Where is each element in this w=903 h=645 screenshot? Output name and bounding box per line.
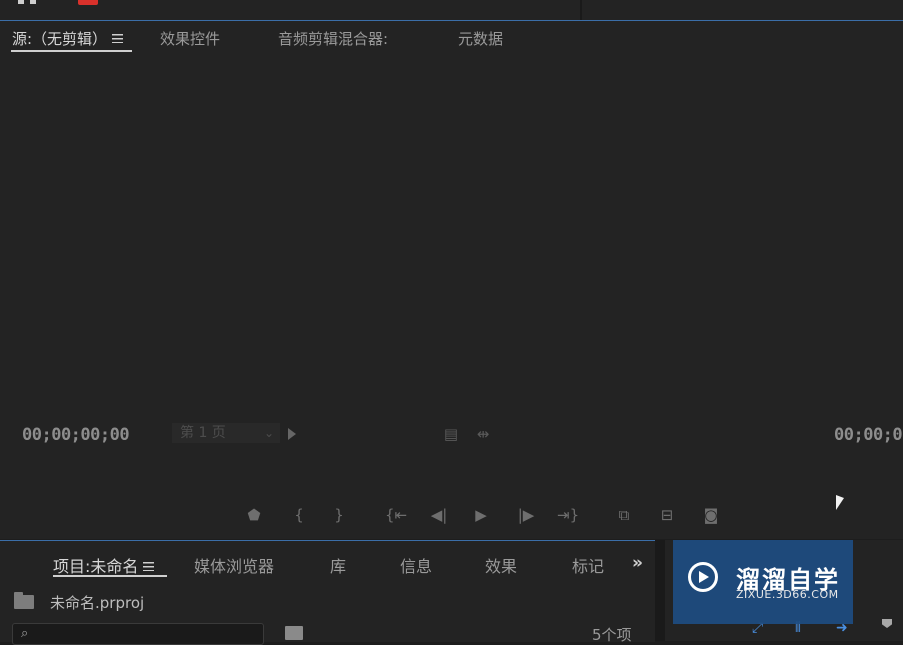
more-tabs-button[interactable]: »	[632, 553, 643, 573]
play-icon[interactable]: ▶	[470, 505, 492, 525]
tab-project[interactable]: 项目:未命名	[53, 553, 155, 577]
playhead-timecode[interactable]: 00;00;00;00	[22, 425, 130, 445]
go-to-out-icon[interactable]: ⇥}	[557, 505, 579, 525]
tab-source[interactable]: 源:（无剪辑）	[12, 28, 124, 49]
find-icon[interactable]	[285, 626, 303, 640]
source-monitor-panel: 源:（无剪辑） 效果控件 音频剪辑混合器: 元数据 00;00;00;00 第 …	[0, 21, 903, 539]
tab-source-label: 源:（无剪辑）	[12, 30, 108, 48]
item-count: 5个项	[592, 626, 632, 644]
tab-project-label: 项目:未命名	[53, 557, 139, 576]
page-select-value: 第 1 页	[180, 425, 226, 441]
mark-out-icon[interactable]: }	[328, 505, 350, 525]
watermark-subtitle: ZIXUE.3D66.COM	[736, 588, 839, 601]
tab-audio-clip-mixer[interactable]: 音频剪辑混合器:	[278, 28, 388, 49]
top-panel-strip	[0, 0, 903, 21]
play-icon	[699, 571, 709, 583]
panel-menu-icon[interactable]	[143, 562, 155, 571]
project-file-name: 未命名.prproj	[50, 594, 145, 612]
tab-effects[interactable]: 效果	[485, 553, 517, 577]
insert-icon[interactable]: ⧉	[611, 505, 637, 525]
grip-icon[interactable]	[18, 0, 38, 5]
add-marker-icon[interactable]: ⬟	[243, 505, 265, 525]
overwrite-icon[interactable]: ⊟	[654, 505, 680, 525]
active-tab-underline	[53, 575, 167, 577]
tab-markers[interactable]: 标记	[572, 553, 604, 577]
search-input[interactable]: ⌕	[12, 623, 264, 645]
drag-video-icon[interactable]: ▤	[443, 426, 459, 442]
tab-libraries[interactable]: 库	[330, 553, 346, 577]
step-forward-icon[interactable]: |▶	[515, 505, 537, 525]
search-icon: ⌕	[21, 626, 29, 641]
tab-metadata[interactable]: 元数据	[458, 28, 503, 49]
mouse-cursor-icon	[836, 495, 844, 510]
chevron-down-icon: ⌄	[263, 426, 274, 440]
step-back-icon[interactable]: ◀|	[428, 505, 450, 525]
tab-effect-controls[interactable]: 效果控件	[160, 28, 220, 49]
tab-info[interactable]: 信息	[400, 553, 432, 577]
project-panel: 项目:未命名 媒体浏览器 库 信息 效果 标记 » 未命名.prproj ⌕ 5…	[0, 540, 655, 645]
page-select[interactable]: 第 1 页 ⌄	[172, 423, 280, 443]
panel-divider[interactable]	[580, 0, 582, 20]
record-icon[interactable]	[78, 0, 98, 5]
active-tab-underline	[11, 50, 132, 52]
camera-icon[interactable]: ◙	[700, 505, 722, 525]
panel-menu-icon[interactable]	[112, 34, 124, 43]
duration-timecode[interactable]: 00;00;00	[834, 425, 903, 445]
drag-audio-icon[interactable]: ⇹	[473, 426, 493, 442]
next-page-icon[interactable]	[288, 428, 296, 440]
tab-media-browser[interactable]: 媒体浏览器	[194, 553, 274, 577]
mark-in-icon[interactable]: {	[288, 505, 310, 525]
bin-folder-icon[interactable]	[14, 592, 34, 609]
go-to-in-icon[interactable]: {⇤	[385, 505, 407, 525]
